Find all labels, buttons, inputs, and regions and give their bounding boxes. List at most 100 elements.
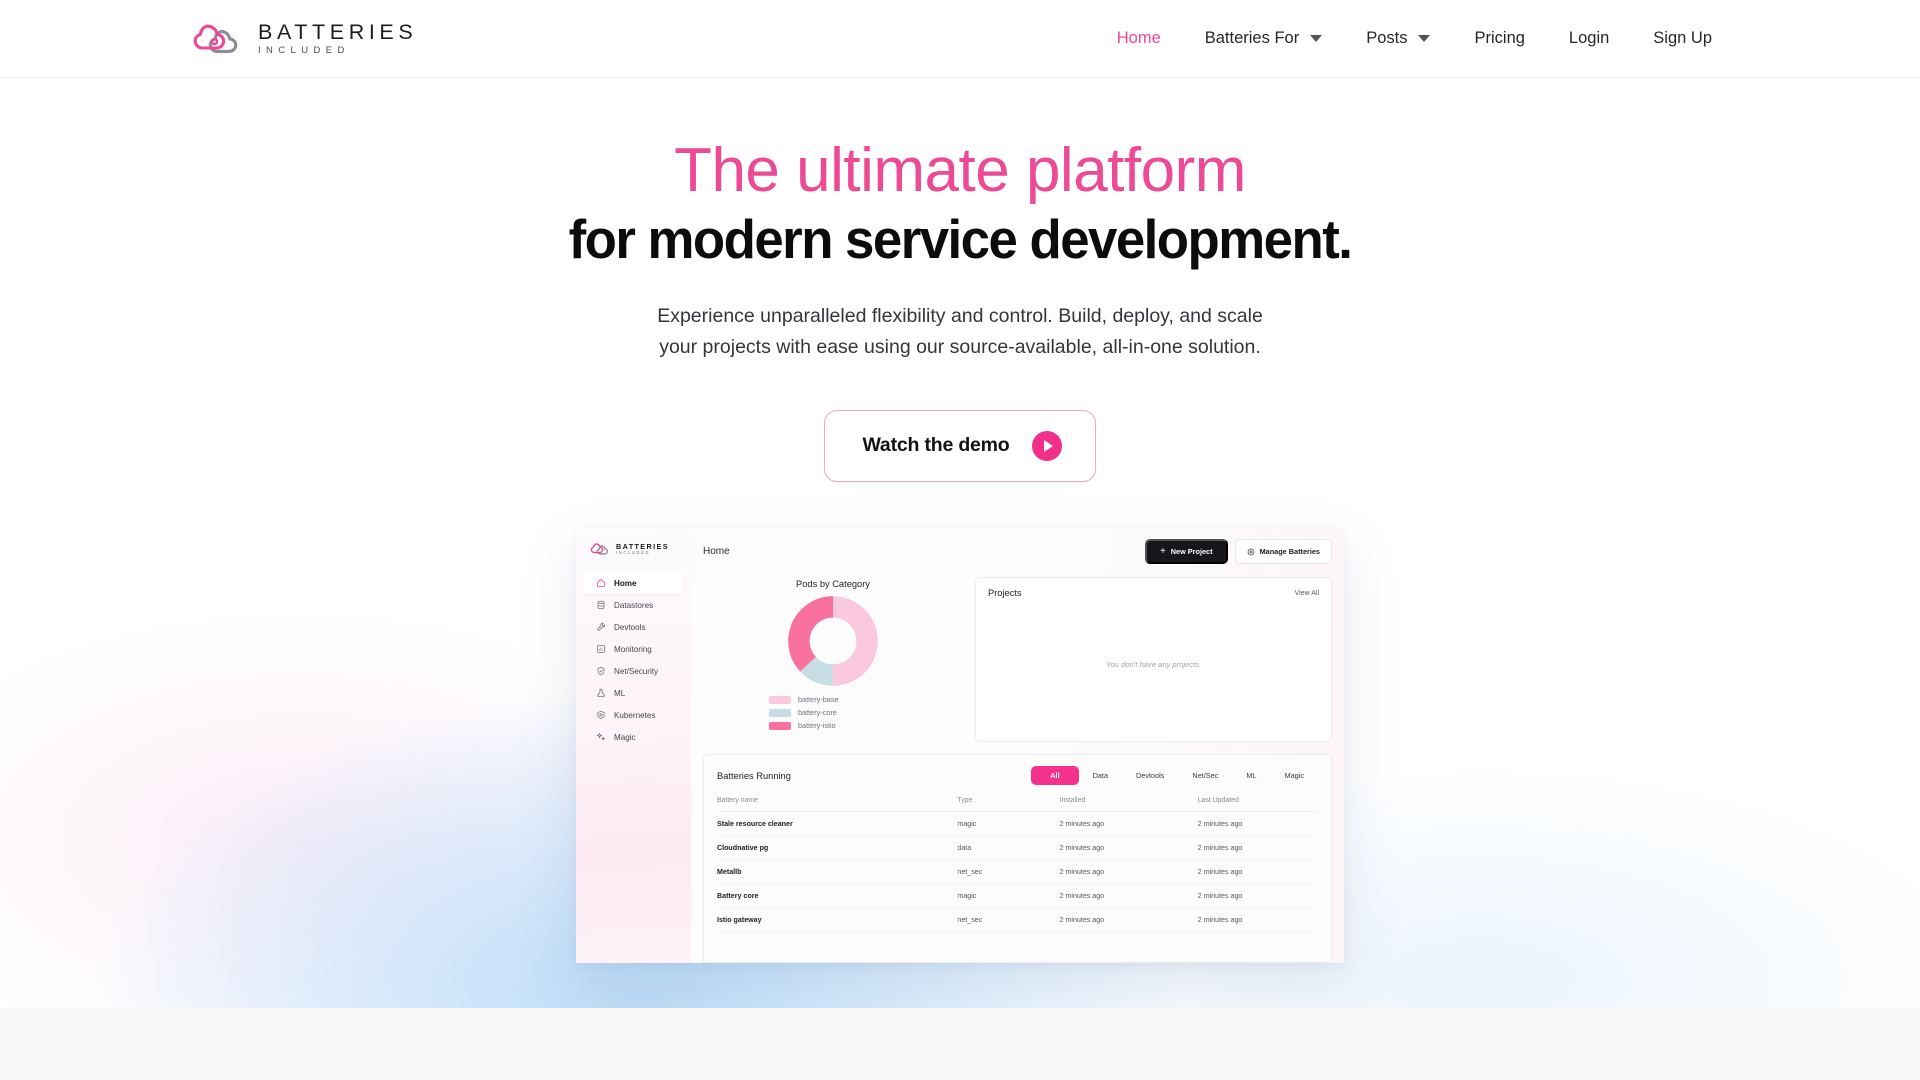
legend-label: battery-istio	[798, 721, 836, 730]
watch-demo-label: Watch the demo	[862, 434, 1010, 457]
table-header-row: Battery name Type Installed Last Updated	[717, 797, 1318, 812]
cell-battery-name: Cloudnative pg	[717, 835, 958, 860]
sidebar-item-net-security[interactable]: Net/Security	[583, 660, 683, 682]
sidebar-item-home[interactable]: Home	[583, 572, 683, 594]
cell-last-updated: 2 minutes ago	[1197, 907, 1318, 932]
sidebar-item-ml[interactable]: ML	[583, 682, 683, 704]
batteries-running-panel: Batteries Running All Data Devtools Net/…	[703, 754, 1332, 963]
wrench-icon	[597, 622, 606, 631]
page-footer	[0, 1008, 1920, 1080]
nav-label: Batteries For	[1204, 29, 1300, 47]
table-row[interactable]: Istio gateway net_sec 2 minutes ago 2 mi…	[717, 907, 1318, 932]
plus-icon: +	[1159, 545, 1166, 557]
table-row[interactable]: Cloudnative pg data 2 minutes ago 2 minu…	[717, 835, 1318, 860]
legend-label: battery-core	[798, 708, 837, 717]
sidebar-item-monitoring[interactable]: Monitoring	[583, 638, 683, 660]
site-logo[interactable]: BATTERIES INCLUDED	[189, 20, 418, 56]
sidebar-item-label: Kubernetes	[614, 710, 656, 720]
hero-subtitle-line2: your projects with ease using our source…	[659, 336, 1261, 359]
dashboard-main: Home + New Project Manage Batteries Pods…	[691, 528, 1344, 963]
sidebar-item-label: Magic	[614, 732, 636, 742]
nav-item-batteries-for[interactable]: Batteries For	[1183, 23, 1344, 54]
nav-item-signup[interactable]: Sign Up	[1631, 23, 1734, 54]
tab-devtools[interactable]: Devtools	[1122, 766, 1178, 785]
battery-filter-tabs: All Data Devtools Net/Sec ML Magic	[1031, 766, 1318, 785]
flask-icon	[597, 688, 605, 697]
table-row[interactable]: Metallb net_sec 2 minutes ago 2 minutes …	[717, 859, 1318, 884]
nav-item-posts[interactable]: Posts	[1344, 23, 1452, 54]
sidebar-item-kubernetes[interactable]: Kubernetes	[583, 704, 683, 726]
table-row[interactable]: Stale resource cleaner magic 2 minutes a…	[717, 811, 1318, 836]
cell-last-updated: 2 minutes ago	[1197, 883, 1318, 908]
legend-label: battery-base	[798, 695, 839, 704]
sidebar-item-label: Net/Security	[614, 666, 659, 676]
column-header-type: Type	[957, 797, 1060, 812]
legend-item: battery-core	[769, 708, 837, 717]
dashboard-toolbar: Home + New Project Manage Batteries	[703, 539, 1332, 564]
new-project-button[interactable]: + New Project	[1144, 539, 1228, 564]
dashboard-logo-name: BATTERIES	[616, 541, 669, 551]
tab-ml[interactable]: ML	[1232, 766, 1270, 785]
sidebar-item-devtools[interactable]: Devtools	[583, 616, 683, 638]
tab-magic[interactable]: Magic	[1271, 766, 1318, 785]
cell-type: magic	[957, 883, 1060, 908]
nav-label: Sign Up	[1653, 29, 1712, 47]
projects-panel: Projects View All You don't have any pro…	[975, 577, 1332, 742]
legend-swatch	[769, 695, 791, 704]
cell-type: net_sec	[957, 907, 1060, 932]
cell-battery-name: Metallb	[717, 859, 958, 884]
nav-item-home[interactable]: Home	[1095, 23, 1183, 54]
column-header-battery-name: Battery name	[717, 797, 958, 812]
cell-battery-name: Battery core	[717, 883, 958, 908]
chart-square-icon	[597, 645, 605, 653]
breadcrumb: Home	[703, 546, 730, 557]
projects-title: Projects	[988, 588, 1022, 598]
donut-chart-svg	[788, 596, 878, 686]
cell-last-updated: 2 minutes ago	[1197, 811, 1318, 836]
nav-label: Posts	[1366, 29, 1408, 47]
cell-installed: 2 minutes ago	[1059, 835, 1198, 860]
gear-icon	[1247, 548, 1254, 555]
cell-last-updated: 2 minutes ago	[1197, 835, 1318, 860]
chart-legend: battery-base battery-core battery-istio	[703, 695, 963, 730]
cell-last-updated: 2 minutes ago	[1197, 859, 1318, 884]
table-row[interactable]: Battery core magic 2 minutes ago 2 minut…	[717, 883, 1318, 908]
manage-batteries-button[interactable]: Manage Batteries	[1234, 539, 1332, 564]
tab-net-sec[interactable]: Net/Sec	[1178, 766, 1232, 785]
column-header-last-updated: Last Updated	[1197, 797, 1318, 812]
view-all-link[interactable]: View All	[1295, 590, 1319, 597]
double-cloud-icon	[189, 22, 245, 56]
chevron-down-icon	[1418, 35, 1431, 42]
nav-item-login[interactable]: Login	[1547, 23, 1631, 54]
chart-title: Pods by Category	[796, 579, 870, 589]
main-navigation: Home Batteries For Posts Pricing Login S…	[1095, 23, 1734, 54]
sidebar-item-datastores[interactable]: Datastores	[583, 594, 683, 616]
hero-section: The ultimate platform for modern service…	[0, 78, 1920, 482]
hero-headline-line2: for modern service development.	[568, 207, 1353, 270]
chevron-down-icon	[1310, 35, 1323, 42]
sidebar-item-magic[interactable]: Magic	[583, 726, 683, 748]
nav-label: Login	[1568, 29, 1610, 47]
tab-data[interactable]: Data	[1079, 766, 1122, 785]
site-header: BATTERIES INCLUDED Home Batteries For Po…	[0, 0, 1920, 78]
logo-brand-name: BATTERIES	[258, 20, 418, 44]
nav-label: Home	[1116, 29, 1161, 47]
dashboard-logo: BATTERIES INCLUDED	[576, 542, 691, 556]
play-circle-icon	[1031, 430, 1062, 461]
legend-swatch	[769, 708, 791, 717]
kubernetes-icon	[597, 710, 605, 720]
watch-demo-button[interactable]: Watch the demo	[824, 409, 1096, 482]
hero-subtitle-line1: Experience unparalleled flexibility and …	[657, 304, 1263, 327]
dashboard-preview-image: BATTERIES INCLUDED Home Datastores Devto…	[576, 528, 1344, 963]
new-project-label: New Project	[1170, 547, 1213, 556]
dashboard-sidebar: BATTERIES INCLUDED Home Datastores Devto…	[576, 528, 691, 963]
projects-empty-message: You don't have any projects.	[1105, 660, 1202, 669]
nav-item-pricing[interactable]: Pricing	[1452, 23, 1546, 54]
cell-battery-name: Istio gateway	[717, 907, 958, 932]
sidebar-item-label: Datastores	[614, 600, 654, 610]
column-header-installed: Installed	[1059, 797, 1198, 812]
tab-all[interactable]: All	[1031, 766, 1079, 785]
cell-installed: 2 minutes ago	[1059, 883, 1198, 908]
home-icon	[597, 579, 605, 587]
batteries-table: Battery name Type Installed Last Updated…	[717, 797, 1318, 932]
